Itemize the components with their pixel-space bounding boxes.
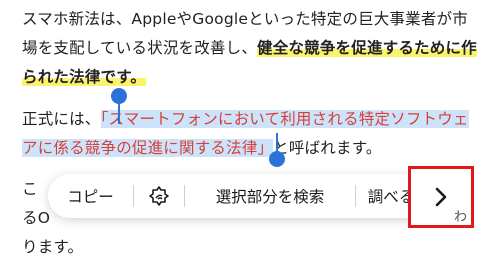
paragraph-2: 正式には、「スマートフォンにおいて利用される特定ソフトウェアに係る競争の促進に関… (22, 105, 482, 163)
text-selection-menu: コピー 選択部分を検索 調べる (48, 174, 468, 218)
paragraph-2-suffix: と呼ばれます。 (273, 139, 382, 157)
selection-start-handle[interactable] (111, 88, 127, 104)
selection-end-handle[interactable] (269, 151, 285, 167)
chevron-right-icon (435, 187, 447, 207)
visual-lookup-button[interactable] (134, 174, 184, 218)
paragraph-3-line-3: ります。 (22, 238, 84, 256)
visual-lookup-icon (149, 186, 169, 206)
search-selection-button[interactable]: 選択部分を検索 (185, 174, 355, 218)
paragraph-1: スマホ新法は、AppleやGoogleといった特定の巨大事業者が市場を支配してい… (22, 5, 482, 92)
search-selection-label: 選択部分を検索 (215, 188, 325, 206)
copy-label: コピー (67, 188, 114, 206)
copy-button[interactable]: コピー (48, 174, 133, 218)
partial-text: わ (454, 210, 468, 225)
paragraph-2-prefix: 正式には、 (22, 110, 101, 128)
